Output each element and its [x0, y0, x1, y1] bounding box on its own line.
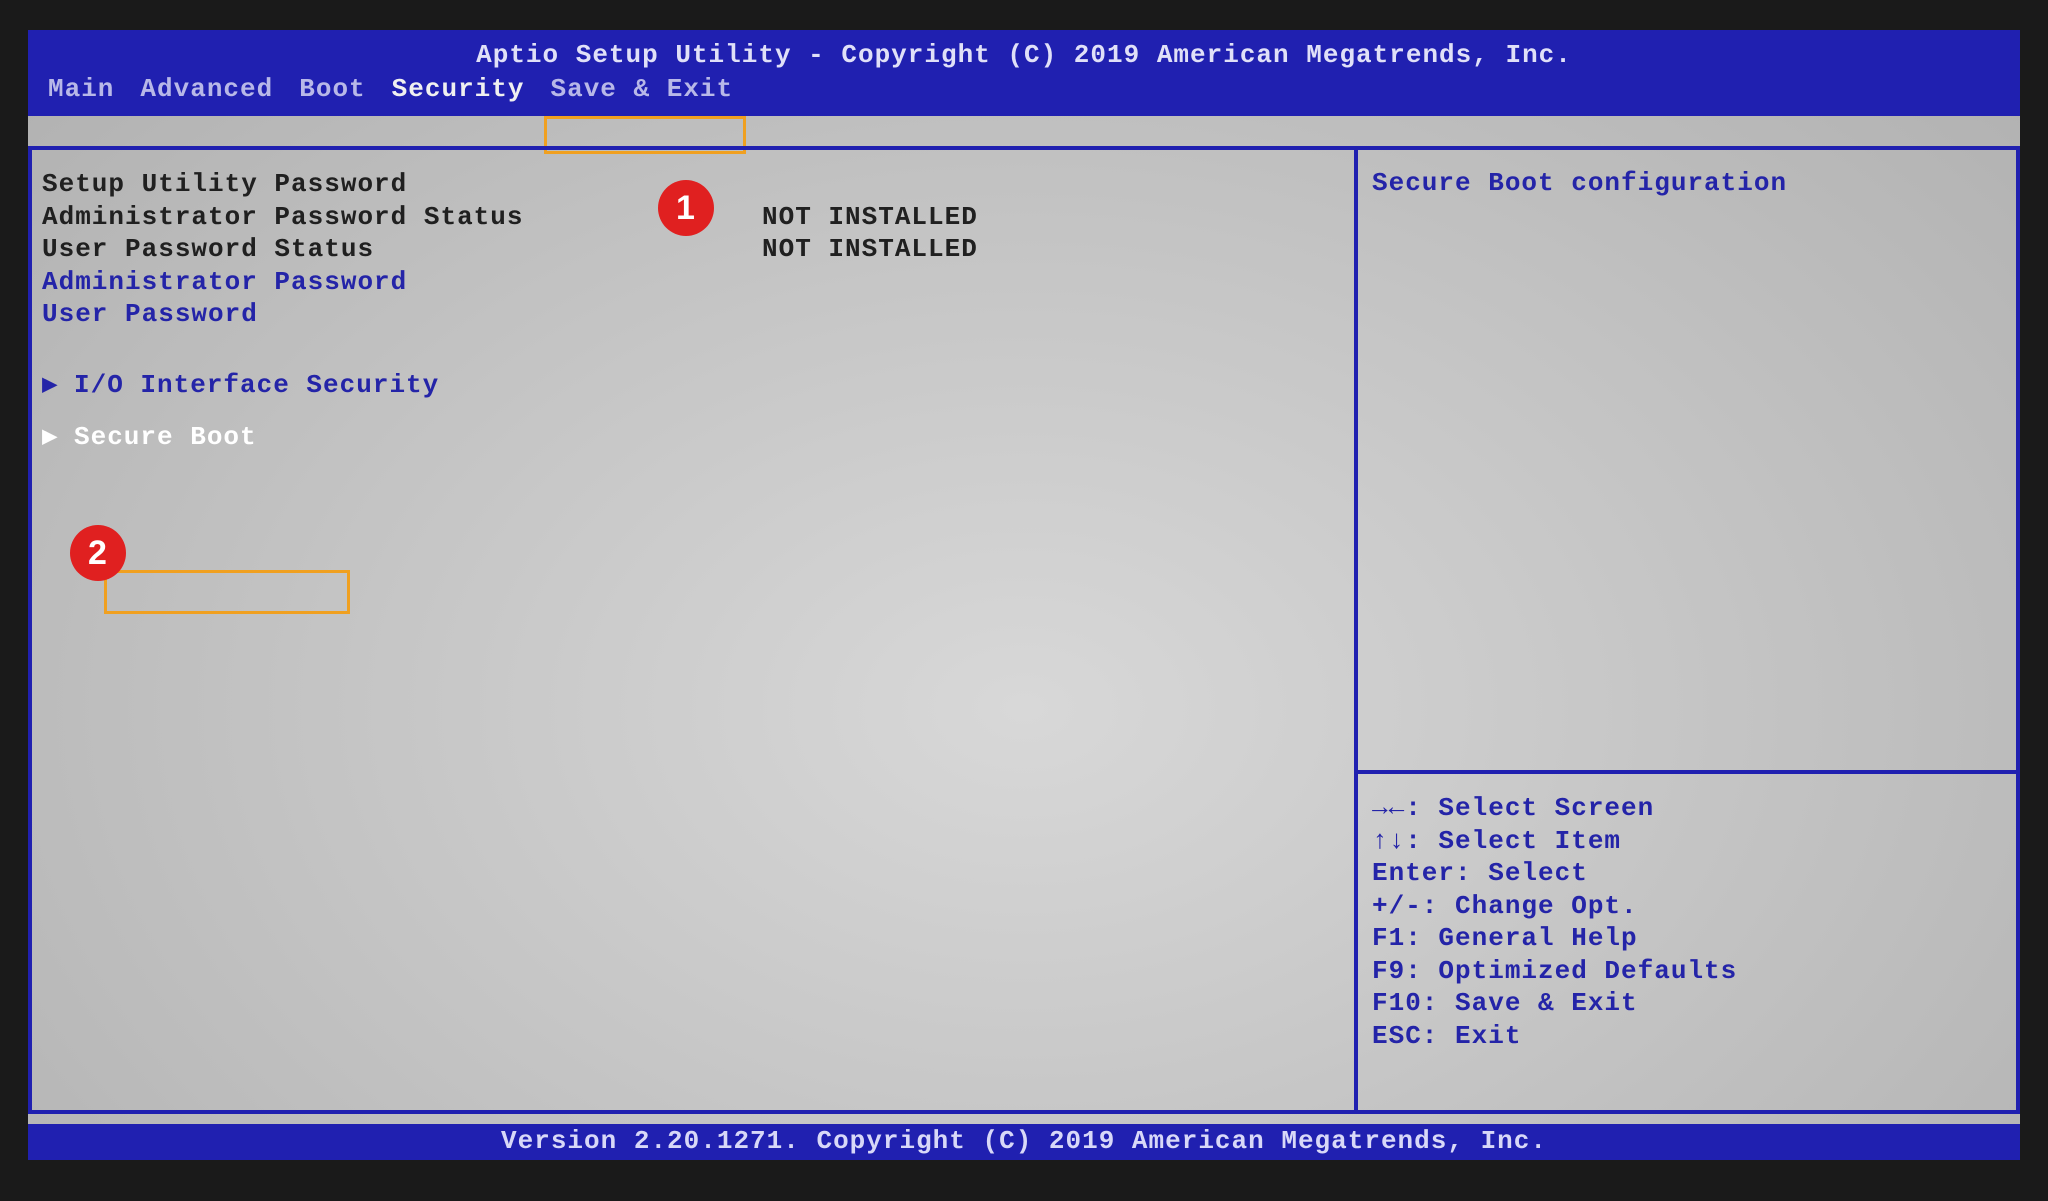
help-key-line: ESC: Exit	[1372, 1020, 2002, 1053]
item-admin-password[interactable]: Administrator Password	[42, 266, 762, 299]
side-pane: Secure Boot configuration →←: Select Scr…	[1354, 146, 2020, 1114]
header-bar: Aptio Setup Utility - Copyright (C) 2019…	[28, 30, 2020, 116]
label-admin-pw-status: Administrator Password Status	[42, 201, 762, 234]
submenu-secure-boot[interactable]: ▶ Secure Boot	[42, 421, 1344, 454]
submenu-io-security-label: I/O Interface Security	[74, 369, 439, 402]
label-user-pw-status: User Password Status	[42, 233, 762, 266]
submenu-secure-boot-label: Secure Boot	[74, 421, 257, 454]
heading-setup-password: Setup Utility Password	[42, 168, 762, 201]
help-key-line: F10: Save & Exit	[1372, 987, 2002, 1020]
help-key-line: →←: Select Screen	[1372, 792, 2002, 825]
content-area: Setup Utility Password Administrator Pas…	[28, 146, 2020, 1114]
help-key-line: ↑↓: Select Item	[1372, 825, 2002, 858]
annotation-callout-1-label: 1	[676, 189, 696, 228]
spacer	[42, 331, 1344, 363]
spacer	[42, 401, 1344, 415]
triangle-icon: ▶	[42, 369, 74, 402]
triangle-icon: ▶	[42, 421, 74, 454]
main-pane: Setup Utility Password Administrator Pas…	[28, 146, 1354, 1114]
tab-save-exit[interactable]: Save & Exit	[551, 74, 734, 104]
tab-security[interactable]: Security	[392, 74, 525, 104]
value-user-pw-status: NOT INSTALLED	[762, 233, 978, 266]
help-keys: →←: Select Screen ↑↓: Select Item Enter:…	[1358, 774, 2016, 1110]
value-admin-pw-status: NOT INSTALLED	[762, 201, 978, 234]
help-description: Secure Boot configuration	[1358, 150, 2016, 774]
help-description-text: Secure Boot configuration	[1372, 168, 1787, 198]
tab-main[interactable]: Main	[48, 74, 114, 104]
annotation-callout-1: 1	[658, 180, 714, 236]
item-user-password[interactable]: User Password	[42, 298, 762, 331]
help-key-line: Enter: Select	[1372, 857, 2002, 890]
tab-bar: Main Advanced Boot Security Save & Exit	[28, 74, 2020, 104]
help-key-line: F9: Optimized Defaults	[1372, 955, 2002, 988]
tab-boot[interactable]: Boot	[299, 74, 365, 104]
annotation-callout-2-label: 2	[88, 534, 108, 573]
annotation-highlight-secure-boot	[104, 570, 350, 614]
footer-text: Version 2.20.1271. Copyright (C) 2019 Am…	[501, 1126, 1547, 1156]
tab-advanced[interactable]: Advanced	[140, 74, 273, 104]
bios-screen: Aptio Setup Utility - Copyright (C) 2019…	[28, 30, 2020, 1160]
bios-title: Aptio Setup Utility - Copyright (C) 2019…	[28, 36, 2020, 74]
submenu-io-security[interactable]: ▶ I/O Interface Security	[42, 369, 1344, 402]
annotation-callout-2: 2	[70, 525, 126, 581]
footer-bar: Version 2.20.1271. Copyright (C) 2019 Am…	[28, 1124, 2020, 1160]
help-key-line: +/-: Change Opt.	[1372, 890, 2002, 923]
help-key-line: F1: General Help	[1372, 922, 2002, 955]
